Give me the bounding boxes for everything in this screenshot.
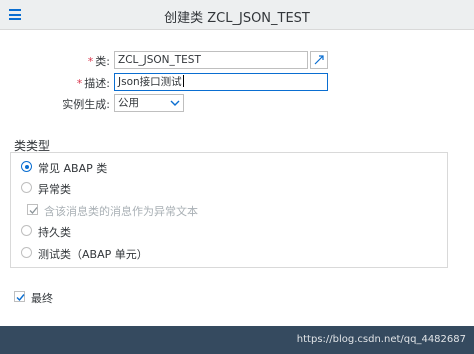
radio-icon	[21, 247, 32, 258]
radio-icon	[21, 225, 32, 236]
radio-persistent-class[interactable]: 持久类	[21, 224, 221, 240]
required-marker: *	[87, 55, 94, 68]
description-label: * 描述:	[76, 77, 110, 90]
title-bar: 创建类 ZCL_JSON_TEST	[0, 0, 474, 30]
value-help-button[interactable]	[310, 51, 328, 69]
radio-exception-class[interactable]: 异常类	[21, 181, 221, 197]
checkbox-checked-icon	[27, 204, 38, 215]
instantiation-select[interactable]: 公用	[114, 94, 184, 112]
value-help-icon	[314, 55, 324, 65]
description-input[interactable]: Json接口测试	[114, 73, 328, 91]
footer-bar: https://blog.csdn.net/qq_4482687	[0, 326, 474, 354]
radio-test-class[interactable]: 测试类（ABAP 单元）	[21, 246, 221, 262]
checkbox-message-class-exception-text[interactable]: 含该消息类的消息作为异常文本	[27, 203, 257, 219]
instantiation-value: 公用	[118, 97, 139, 109]
checkbox-final[interactable]: 最终	[14, 290, 114, 306]
radio-standard-abap-class[interactable]: 常见 ABAP 类	[21, 160, 221, 176]
instantiation-label: 实例生成:	[62, 98, 110, 111]
dialog-title: 创建类 ZCL_JSON_TEST	[164, 11, 310, 26]
text-caret	[182, 75, 184, 87]
class-label: * 类:	[87, 55, 110, 68]
description-text: Json接口测试	[118, 76, 182, 88]
description-row: * 描述:	[0, 73, 110, 91]
radio-icon	[21, 182, 32, 193]
radio-selected-icon	[21, 161, 32, 172]
class-name-input[interactable]: ZCL_JSON_TEST	[114, 51, 308, 69]
chevron-down-icon	[170, 100, 180, 106]
required-marker: *	[76, 77, 83, 90]
watermark-text: https://blog.csdn.net/qq_4482687	[296, 334, 466, 345]
checkbox-checked-icon	[14, 291, 25, 302]
instantiation-row: 实例生成:	[0, 94, 110, 112]
class-row: * 类:	[0, 51, 110, 69]
